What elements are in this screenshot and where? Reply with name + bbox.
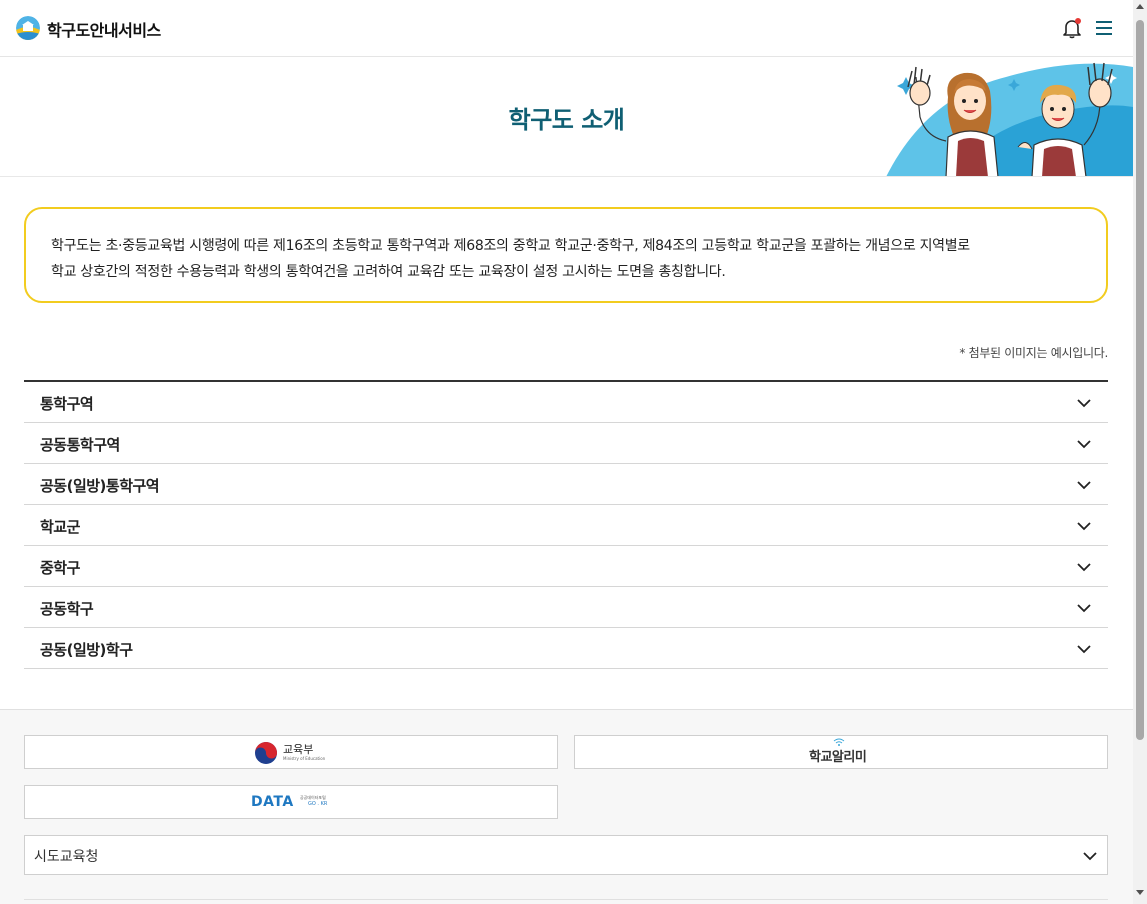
chevron-down-icon xyxy=(1077,440,1091,449)
accordion-item-학교군[interactable]: 학교군 xyxy=(24,505,1108,546)
accordion-item-공동일방통학구역[interactable]: 공동(일방)통학구역 xyxy=(24,464,1108,505)
intro-description-box: 학구도는 초·중등교육법 시행령에 따른 제16조의 초등학교 통학구역과 제6… xyxy=(24,207,1108,303)
moe-sub-label: Ministry of Education xyxy=(283,756,326,761)
hamburger-menu-icon[interactable] xyxy=(1094,18,1114,38)
wifi-icon xyxy=(833,738,845,746)
top-header: 학구도안내서비스 xyxy=(0,0,1133,57)
chevron-down-icon xyxy=(1077,481,1091,490)
scrollbar-thumb[interactable] xyxy=(1136,20,1144,740)
footer: 교육부 Ministry of Education 학교알리미 DATA 공공데… xyxy=(0,709,1133,904)
accordion-list: 통학구역 공동통학구역 공동(일방)통학구역 학교군 중학구 공동학구 공동(일… xyxy=(24,380,1108,669)
accordion-item-공동학구[interactable]: 공동학구 xyxy=(24,587,1108,628)
scroll-down-arrow-icon[interactable] xyxy=(1136,890,1144,895)
accordion-label: 공동학구 xyxy=(40,600,94,618)
site-logo[interactable] xyxy=(16,16,40,40)
chevron-down-icon xyxy=(1077,645,1091,654)
chevron-down-icon xyxy=(1077,563,1091,572)
school-info-label: 학교알리미 xyxy=(809,750,867,765)
site-title[interactable]: 학구도안내서비스 xyxy=(47,17,161,41)
accordion-label: 통학구역 xyxy=(40,395,94,413)
accordion-label: 공동통학구역 xyxy=(40,436,120,454)
page-banner: 학구도 소개 xyxy=(0,57,1133,177)
accordion-item-공동일방학구[interactable]: 공동(일방)학구 xyxy=(24,628,1108,669)
ministry-of-education-link[interactable]: 교육부 Ministry of Education xyxy=(24,735,558,769)
chevron-down-icon xyxy=(1083,852,1097,861)
intro-text-line-1: 학구도는 초·중등교육법 시행령에 따른 제16조의 초등학교 통학구역과 제6… xyxy=(51,238,970,254)
scroll-up-arrow-icon[interactable] xyxy=(1136,4,1144,9)
chevron-down-icon xyxy=(1077,399,1091,408)
data-portal-label: DATA xyxy=(251,794,294,810)
bell-icon[interactable] xyxy=(1060,16,1084,40)
accordion-label: 공동(일방)학구 xyxy=(40,641,133,659)
select-value: 시도교육청 xyxy=(34,849,99,865)
chevron-down-icon xyxy=(1077,522,1091,531)
chevron-down-icon xyxy=(1077,604,1091,613)
accordion-label: 중학구 xyxy=(40,559,80,577)
public-data-portal-link[interactable]: DATA 공공데이터포털 GO . KR xyxy=(24,785,558,819)
intro-text-line-2: 학교 상호간의 적정한 수용능력과 학생의 통학여건을 고려하여 교육감 또는 … xyxy=(51,264,726,280)
data-portal-domain: GO . KR xyxy=(308,801,328,807)
accordion-item-중학구[interactable]: 중학구 xyxy=(24,546,1108,587)
taegeuk-emblem-icon xyxy=(255,742,277,764)
page: 학구도안내서비스 학구도 소개 학구도는 초·중등교육법 시행령에 따른 제16… xyxy=(0,0,1133,904)
accordion-item-통학구역[interactable]: 통학구역 xyxy=(24,382,1108,423)
accordion-label: 학교군 xyxy=(40,518,80,536)
moe-label: 교육부 xyxy=(283,743,314,756)
students-illustration xyxy=(886,57,1133,176)
vertical-scrollbar[interactable] xyxy=(1133,0,1147,904)
footer-divider xyxy=(24,899,1108,900)
school-info-link[interactable]: 학교알리미 xyxy=(574,735,1108,769)
accordion-label: 공동(일방)통학구역 xyxy=(40,477,160,495)
accordion-item-공동통학구역[interactable]: 공동통학구역 xyxy=(24,423,1108,464)
provincial-office-select[interactable]: 시도교육청 xyxy=(24,835,1108,875)
image-note: * 첨부된 이미지는 예시입니다. xyxy=(959,346,1108,360)
